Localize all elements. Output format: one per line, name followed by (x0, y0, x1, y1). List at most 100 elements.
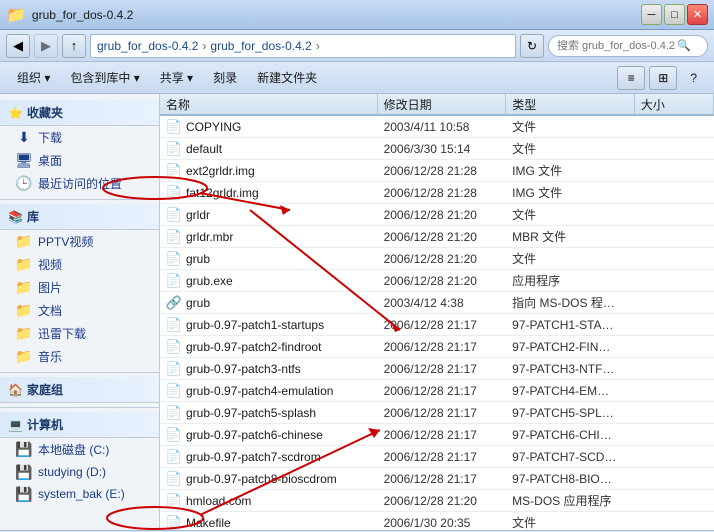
file-list: 名称 修改日期 类型 大小 📄COPYING2003/4/11 10:58文件📄… (160, 94, 714, 530)
file-name: Makefile (186, 516, 231, 530)
file-icon: 📄 (166, 185, 182, 201)
library-group[interactable]: 📚 库 (0, 204, 159, 230)
library-icon: 📚 (8, 210, 23, 224)
sidebar-item-docs[interactable]: 📁 文档 (0, 299, 159, 322)
burn-button[interactable]: 刻录 (204, 65, 246, 90)
file-name: grub-0.97-patch3-ntfs (186, 362, 301, 376)
file-name: grldr (186, 208, 210, 222)
table-row[interactable]: 📄grub-0.97-patch7-scdrom2006/12/28 21:17… (160, 446, 714, 468)
sidebar-item-d-label: studying (D:) (38, 465, 106, 479)
table-row[interactable]: 📄fat12grldr.img2006/12/28 21:28IMG 文件 (160, 182, 714, 204)
file-name-cell: 📄 grub-0.97-patch3-ntfs (160, 361, 378, 377)
breadcrumb-item-1[interactable]: grub_for_dos-0.4.2 (97, 39, 198, 53)
table-row[interactable]: 📄grub-0.97-patch5-splash2006/12/28 21:17… (160, 402, 714, 424)
file-icon: 📄 (166, 141, 182, 157)
sidebar-item-c-drive[interactable]: 💾 本地磁盘 (C:) (0, 438, 159, 461)
homegroup-group[interactable]: 🏠 家庭组 (0, 377, 159, 403)
sidebar-item-d-drive[interactable]: 💾 studying (D:) (0, 461, 159, 483)
col-header-type[interactable]: 类型 (506, 94, 635, 114)
table-row[interactable]: 📄Makefile2006/1/30 20:35文件 (160, 512, 714, 530)
folder-icon: 📁 (6, 5, 26, 25)
refresh-button[interactable]: ↻ (520, 34, 544, 58)
table-row[interactable]: 📄grub-0.97-patch4-emulation2006/12/28 21… (160, 380, 714, 402)
file-list-header: 名称 修改日期 类型 大小 (160, 94, 714, 116)
minimize-button[interactable]: ─ (641, 4, 662, 25)
sidebar-divider-3 (0, 407, 159, 408)
col-header-size[interactable]: 大小 (635, 94, 714, 114)
table-row[interactable]: 📄grldr.mbr2006/12/28 21:20MBR 文件 (160, 226, 714, 248)
sidebar-item-downloads[interactable]: ⬇ 下载 (0, 126, 159, 149)
breadcrumb-item-2[interactable]: grub_for_dos-0.4.2 (210, 39, 311, 53)
computer-group[interactable]: 💻 计算机 (0, 412, 159, 438)
sidebar-item-music[interactable]: 📁 音乐 (0, 345, 159, 368)
details-button[interactable]: ⊞ (649, 66, 677, 90)
table-row[interactable]: 📄grub-0.97-patch1-startups2006/12/28 21:… (160, 314, 714, 336)
col-header-name[interactable]: 名称 (160, 94, 378, 114)
view-button[interactable]: ≡ (617, 66, 645, 90)
share-button[interactable]: 共享 ▾ (151, 65, 202, 90)
file-name-cell: 📄grub-0.97-patch4-emulation (160, 383, 378, 399)
file-type-cell: 指向 MS-DOS 程… (506, 294, 635, 311)
table-row[interactable]: 📄ext2grldr.img2006/12/28 21:28IMG 文件 (160, 160, 714, 182)
library-section: 📚 库 📁 PPTV视频 📁 视频 📁 图片 📁 文档 (0, 204, 159, 368)
drive-icon-d: 💾 (16, 464, 32, 480)
back-button[interactable]: ◀ (6, 34, 30, 58)
library-label: 库 (27, 208, 39, 225)
search-box[interactable]: 🔍 (548, 35, 708, 57)
title-bar-controls: ─ □ ✕ (641, 4, 708, 25)
file-name: grub (186, 252, 210, 266)
file-name-cell: 🔗grub (160, 295, 378, 311)
sidebar-item-pptv[interactable]: 📁 PPTV视频 (0, 230, 159, 253)
breadcrumb-sep-2: › (316, 39, 320, 53)
sidebar-item-desktop[interactable]: 🖥 桌面 (0, 149, 159, 172)
sidebar-item-e-drive[interactable]: 💾 system_bak (E:) (0, 483, 159, 505)
file-date-cell: 2006/12/28 21:17 (378, 472, 507, 486)
close-button[interactable]: ✕ (687, 4, 708, 25)
table-row[interactable]: 📄COPYING2003/4/11 10:58文件 (160, 116, 714, 138)
table-row[interactable]: 📄grub.exe2006/12/28 21:20应用程序 (160, 270, 714, 292)
file-icon: 📄 (166, 207, 182, 223)
file-name: hmload.com (186, 494, 251, 508)
file-date-cell: 2006/12/28 21:17 (378, 384, 507, 398)
table-row[interactable]: 🔗grub2003/4/12 4:38指向 MS-DOS 程… (160, 292, 714, 314)
file-name: grub-0.97-patch7-scdrom (186, 450, 321, 464)
table-row[interactable]: 📄grub2006/12/28 21:20文件 (160, 248, 714, 270)
file-date-cell: 2003/4/12 4:38 (378, 296, 507, 310)
file-icon: 📄 (166, 427, 182, 443)
file-type-cell: MS-DOS 应用程序 (506, 492, 635, 509)
recent-icon: 🕒 (16, 176, 32, 192)
favorites-group[interactable]: ⭐ 收藏夹 (0, 100, 159, 126)
file-icon: 📄 (166, 361, 182, 377)
table-row[interactable]: 📄grldr2006/12/28 21:20文件 (160, 204, 714, 226)
drive-icon-c: 💾 (16, 442, 32, 458)
sidebar-item-thunder[interactable]: 📁 迅雷下载 (0, 322, 159, 345)
table-row[interactable]: 📄grub-0.97-patch3-ntfs2006/12/28 21:1797… (160, 358, 714, 380)
maximize-button[interactable]: □ (664, 4, 685, 25)
table-row[interactable]: 📄grub-0.97-patch6-chinese2006/12/28 21:1… (160, 424, 714, 446)
new-folder-button[interactable]: 新建文件夹 (248, 65, 326, 90)
favorites-section: ⭐ 收藏夹 ⬇ 下载 🖥 桌面 🕒 最近访问的位置 (0, 100, 159, 195)
sidebar-item-recent-label: 最近访问的位置 (38, 175, 122, 192)
up-button[interactable]: ↑ (62, 34, 86, 58)
file-name-cell: 📄fat12grldr.img (160, 185, 378, 201)
title-bar-left: 📁 grub_for_dos-0.4.2 (6, 5, 133, 25)
table-row[interactable]: 📄grub-0.97-patch8-bioscdrom2006/12/28 21… (160, 468, 714, 490)
sidebar-item-recent[interactable]: 🕒 最近访问的位置 (0, 172, 159, 195)
forward-button[interactable]: ▶ (34, 34, 58, 58)
help-button[interactable]: ? (681, 67, 706, 89)
download-icon: ⬇ (16, 130, 32, 146)
table-row[interactable]: 📄grub-0.97-patch2-findroot2006/12/28 21:… (160, 336, 714, 358)
table-row[interactable]: 📄hmload.com2006/12/28 21:20MS-DOS 应用程序 (160, 490, 714, 512)
sidebar-item-pictures[interactable]: 📁 图片 (0, 276, 159, 299)
organize-button[interactable]: 组织 ▾ (8, 65, 59, 90)
col-header-date[interactable]: 修改日期 (378, 94, 507, 114)
include-library-button[interactable]: 包含到库中 ▾ (61, 65, 148, 90)
file-date-cell: 2006/12/28 21:17 (378, 428, 507, 442)
sidebar-item-downloads-label: 下载 (38, 129, 62, 146)
sidebar-item-video[interactable]: 📁 视频 (0, 253, 159, 276)
file-date-cell: 2006/3/30 15:14 (378, 142, 507, 156)
table-row[interactable]: 📄default2006/3/30 15:14文件 (160, 138, 714, 160)
file-date-cell: 2006/12/28 21:17 (378, 362, 507, 376)
breadcrumb[interactable]: grub_for_dos-0.4.2 › grub_for_dos-0.4.2 … (90, 34, 516, 58)
search-input[interactable] (557, 40, 677, 52)
